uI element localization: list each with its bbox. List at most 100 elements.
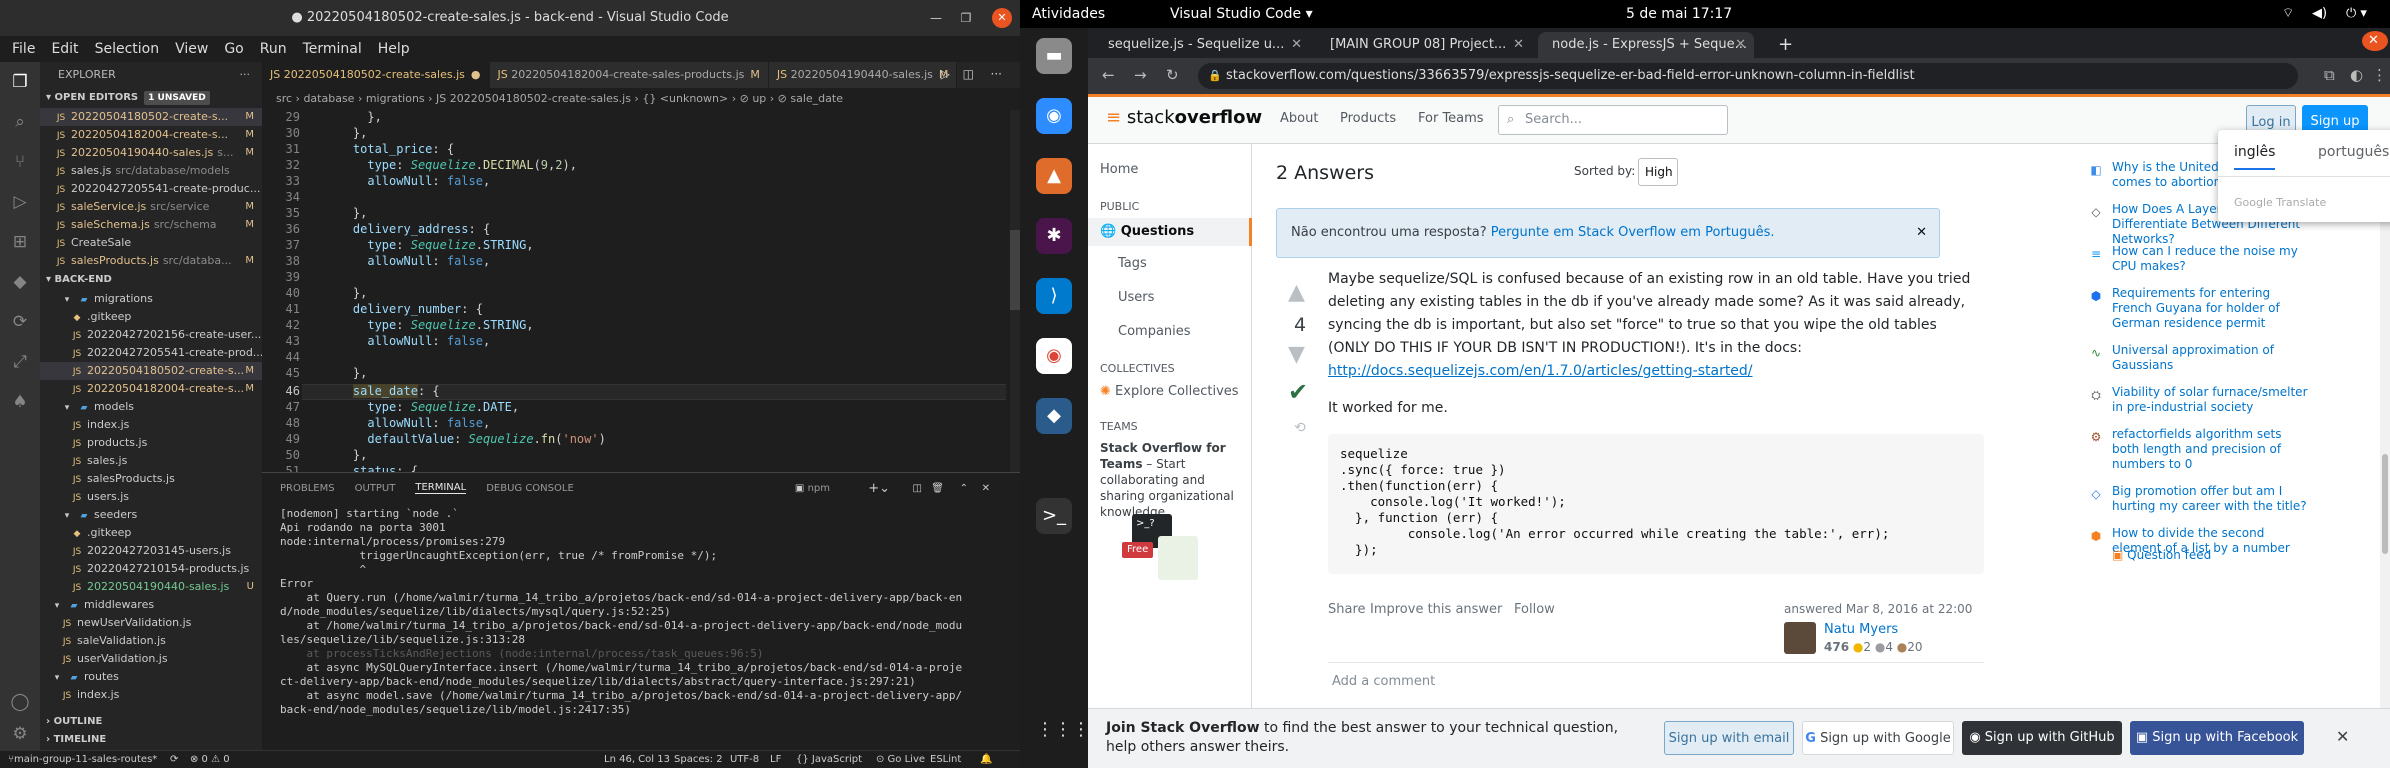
close-notice-icon[interactable]: ✕ <box>1916 209 1927 257</box>
remote-icon[interactable]: ⤢ <box>8 350 32 374</box>
close-panel-icon[interactable]: ✕ <box>982 483 990 494</box>
menu-file[interactable]: File <box>4 41 43 57</box>
split-editor-icon[interactable]: ◫ <box>963 67 974 81</box>
signup-github-button[interactable]: ◉ Sign up with GitHub <box>1962 721 2122 755</box>
show-apps-icon[interactable]: ⋮⋮⋮ <box>1036 712 1090 748</box>
mysql-workbench-icon[interactable]: ◆ <box>1036 398 1072 434</box>
editor-scrollbar[interactable] <box>1010 110 1020 472</box>
nav-tags[interactable]: Tags <box>1118 256 1147 271</box>
file-item[interactable]: JS userValidation.js <box>40 650 262 668</box>
extensions-icon[interactable]: ⧉ <box>2324 66 2335 84</box>
wifi-icon[interactable]: ⌔ <box>2282 0 2294 28</box>
hot-question-link[interactable]: Requirements for entering French Guyana … <box>2112 286 2308 331</box>
file-item[interactable]: JS products.js <box>40 434 262 452</box>
file-item[interactable]: JS newUserValidation.js <box>40 614 262 632</box>
nav-for-teams[interactable]: For Teams <box>1418 111 1484 126</box>
folder-item[interactable]: ▾ ▰ routes <box>40 668 262 686</box>
slack-icon[interactable]: ✱ <box>1036 218 1072 254</box>
file-item[interactable]: JS index.js <box>40 686 262 704</box>
terminal-icon[interactable]: >_ <box>1036 498 1072 534</box>
back-icon[interactable]: ← <box>1102 66 1115 84</box>
page-scrollbar[interactable] <box>2380 144 2390 708</box>
notifications-icon[interactable]: 🔔 <box>980 751 992 768</box>
chrome-icon[interactable]: ◉ <box>1036 338 1072 374</box>
language-mode[interactable]: {} JavaScript <box>796 751 862 768</box>
cursor-position[interactable]: Ln 46, Col 13 <box>604 751 670 768</box>
account-icon[interactable]: ◯ <box>8 690 32 714</box>
tab-debug-console[interactable]: DEBUG CONSOLE <box>486 483 574 494</box>
open-editor-item[interactable]: JS sales.js src/database/models <box>40 162 262 180</box>
postman-icon[interactable]: ▲ <box>1036 158 1072 194</box>
folder-item[interactable]: ▾ ▰ seeders <box>40 506 262 524</box>
timeline-header[interactable]: › TIMELINE <box>40 730 262 750</box>
menu-go[interactable]: Go <box>216 41 251 57</box>
menu-run[interactable]: Run <box>252 41 295 57</box>
open-editor-item[interactable]: JS salesProducts.js src/databa... M <box>40 252 262 270</box>
browser-tab[interactable]: [MAIN GROUP 08] Project... ✕ <box>1316 32 1532 58</box>
source-control-icon[interactable]: ⑂ <box>8 150 32 174</box>
file-item[interactable]: JS 20220504190440-sales.js U <box>40 578 262 596</box>
file-item[interactable]: JS index.js <box>40 416 262 434</box>
close-tab-icon[interactable]: ✕ <box>1291 32 1302 58</box>
eslint-status[interactable]: ESLint <box>930 751 961 768</box>
docker-icon[interactable]: ◆ <box>8 270 32 294</box>
file-item[interactable]: JS 20220427203145-users.js <box>40 542 262 560</box>
open-editor-item[interactable]: JS saleService.js src/service M <box>40 198 262 216</box>
breadcrumb[interactable]: src › database › migrations › JS 2022050… <box>262 88 1020 110</box>
run-icon[interactable]: ▷ <box>941 67 950 81</box>
profile-icon[interactable]: ◐ <box>2350 66 2363 84</box>
problems-count[interactable]: ⊗ 0 ⚠ 0 <box>190 751 230 768</box>
open-editor-item[interactable]: JS 20220504182004-create-s... M <box>40 126 262 144</box>
volume-icon[interactable]: ◀) <box>2312 0 2327 28</box>
docs-link[interactable]: http://docs.sequelizejs.com/en/1.7.0/art… <box>1328 363 1753 379</box>
file-item[interactable]: JS saleValidation.js <box>40 632 262 650</box>
lang-english-tab[interactable]: inglês <box>2234 144 2276 170</box>
tab-create-sales[interactable]: JS 20220504180502-create-sales.js ● <box>262 62 490 88</box>
sort-select[interactable]: High <box>1638 158 1678 186</box>
file-item[interactable]: JS 20220504182004-create-s... M <box>40 380 262 398</box>
terminal-task-select[interactable]: ▣ npm <box>795 483 850 494</box>
line-ending[interactable]: LF <box>770 751 781 768</box>
user-name[interactable]: Natu Myers <box>1824 622 1898 637</box>
add-comment-link[interactable]: Add a comment <box>1332 674 1435 689</box>
close-tab-icon[interactable]: ✕ <box>1735 32 1746 58</box>
nav-home[interactable]: Home <box>1100 162 1138 177</box>
so-logo[interactable]: ≡ stackoverflow <box>1106 107 1262 128</box>
vscode-icon[interactable]: ⟩ <box>1036 278 1072 314</box>
live-share-icon[interactable]: ⟳ <box>8 310 32 334</box>
file-item[interactable]: JS 20220427202156-create-user... <box>40 326 262 344</box>
folder-item[interactable]: ▾ ▰ middlewares <box>40 596 262 614</box>
app-menu[interactable]: Visual Studio Code ▾ <box>1170 0 1313 28</box>
so-search-input[interactable]: ⌕ Search... <box>1498 105 1728 135</box>
avatar[interactable] <box>1784 622 1816 654</box>
editor-more-icon[interactable]: ··· <box>991 67 1002 81</box>
tab-create-sales-products[interactable]: JS 20220504182004-create-sales-products.… <box>489 62 769 88</box>
settings-gear-icon[interactable]: ⚙ <box>8 722 32 746</box>
activities-button[interactable]: Atividades <box>1032 0 1105 28</box>
lang-portuguese-tab[interactable]: português <box>2318 144 2389 160</box>
share-link[interactable]: Share <box>1328 602 1366 617</box>
nav-users[interactable]: Users <box>1118 290 1154 305</box>
menu-terminal[interactable]: Terminal <box>295 41 370 57</box>
file-item[interactable]: ◆ .gitkeep <box>40 524 262 542</box>
history-icon[interactable]: ⟲ <box>1294 420 1306 436</box>
encoding[interactable]: UTF-8 <box>730 751 759 768</box>
menu-edit[interactable]: Edit <box>43 41 86 57</box>
terminal-output[interactable]: [nodemon] starting `node .` Api rodando n… <box>280 507 1014 717</box>
forward-icon[interactable]: → <box>1134 66 1147 84</box>
tab-output[interactable]: OUTPUT <box>355 483 396 494</box>
nav-about[interactable]: About <box>1280 111 1318 126</box>
reload-icon[interactable]: ↻ <box>1166 66 1179 84</box>
branch-indicator[interactable]: ⑂ main-group-11-sales-routes* <box>8 751 157 768</box>
sync-icon[interactable]: ⟳ <box>170 751 178 768</box>
folder-item[interactable]: ▾ ▰ models <box>40 398 262 416</box>
open-editor-item[interactable]: JS 20220504190440-sales.js s... M <box>40 144 262 162</box>
more-actions-icon[interactable]: ··· <box>240 62 251 88</box>
signup-google-button[interactable]: G Sign up with Google <box>1802 721 1954 755</box>
file-item[interactable]: JS 20220427210154-products.js <box>40 560 262 578</box>
outline-header[interactable]: › OUTLINE <box>40 712 262 732</box>
power-icon[interactable]: ⏻ ▾ <box>2346 0 2367 28</box>
open-editor-item[interactable]: JS CreateSale <box>40 234 262 252</box>
signup-email-button[interactable]: Sign up with email <box>1664 721 1794 755</box>
close-window-button[interactable]: ✕ <box>2362 31 2388 51</box>
